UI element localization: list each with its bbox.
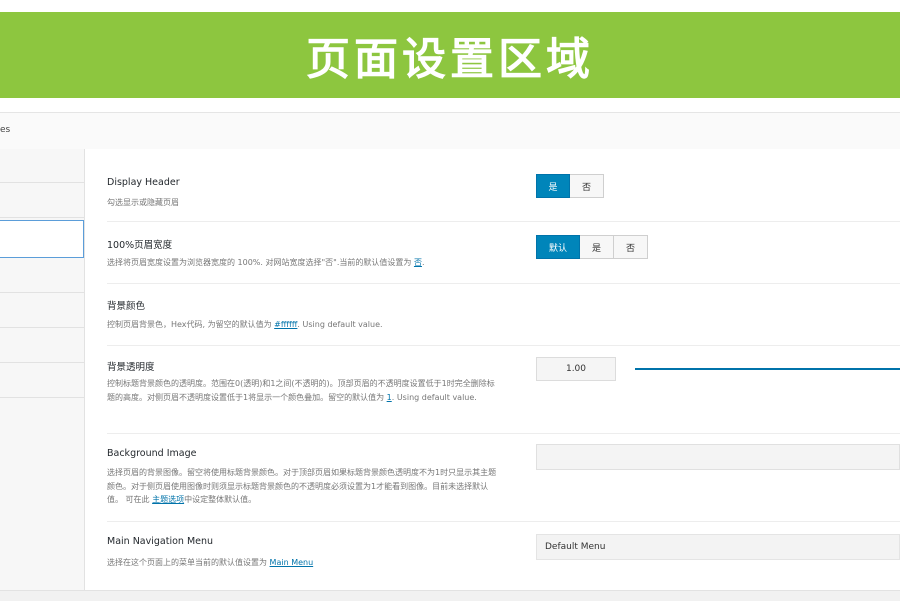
- header-width-buttonset: 默认 是 否: [536, 235, 648, 259]
- display-header-title: Display Header: [107, 177, 180, 188]
- bg-opacity-value-input[interactable]: 1.00: [536, 357, 616, 381]
- title-banner: 页面设置区域: [0, 12, 900, 98]
- sidebar-tab-6[interactable]: [0, 329, 84, 363]
- option-bg-color: 背景颜色 控制页眉背景色，Hex代码, 为留空的默认值为 #ffffff. Us…: [107, 283, 900, 346]
- option-main-nav: Main Navigation Menu 选择在这个页面上的菜单当前的默认值设置…: [107, 521, 900, 590]
- bg-color-title: 背景颜色: [107, 301, 146, 312]
- sidebar-tab-1[interactable]: [0, 149, 84, 183]
- header-width-no-button[interactable]: 否: [614, 235, 648, 259]
- main-nav-desc: 选择在这个页面上的菜单当前的默认值设置为 Main Menu: [107, 558, 314, 567]
- option-bg-image: Background Image 选择页眉的背景图像。留空将使用标题背景颜色。对…: [107, 433, 900, 522]
- bg-color-default-link[interactable]: #ffffff: [274, 320, 297, 329]
- bg-color-desc: 控制页眉背景色，Hex代码, 为留空的默认值为 #ffffff. Using d…: [107, 320, 383, 329]
- option-display-header: Display Header 勾选显示或隐藏页眉 是 否: [107, 149, 900, 222]
- panel-header: es: [0, 112, 900, 150]
- bg-image-theme-options-link[interactable]: 主题选项: [152, 495, 184, 504]
- options-content: Display Header 勾选显示或隐藏页眉 是 否 100%页眉宽度 选择…: [85, 149, 900, 590]
- header-width-desc: 选择将页眉宽度设置为浏览器宽度的 100%. 对网站宽度选择"否".当前的默认值…: [107, 258, 425, 267]
- display-header-buttonset: 是 否: [536, 174, 604, 198]
- bg-opacity-desc: 控制标题背景颜色的透明度。范围在0(透明)和1之间(不透明的)。顶部页眉的不透明…: [107, 379, 495, 402]
- sidebar-tab-4[interactable]: [0, 259, 84, 293]
- panel-bottom-edge: [0, 590, 900, 601]
- header-width-default-button[interactable]: 默认: [536, 235, 580, 259]
- option-header-width: 100%页眉宽度 选择将页眉宽度设置为浏览器宽度的 100%. 对网站宽度选择"…: [107, 221, 900, 284]
- bg-opacity-title: 背景透明度: [107, 362, 155, 373]
- bg-image-desc: 选择页眉的背景图像。留空将使用标题背景颜色。对于顶部页眉如果标题背景颜色透明度不…: [107, 468, 497, 504]
- header-width-default-link[interactable]: 否: [414, 258, 422, 267]
- header-width-yes-button[interactable]: 是: [580, 235, 614, 259]
- display-header-yes-button[interactable]: 是: [536, 174, 570, 198]
- sidebar-tab-7[interactable]: [0, 364, 84, 398]
- sidebar-tab-3-active[interactable]: [0, 220, 84, 258]
- bg-image-title: Background Image: [107, 448, 197, 459]
- sidebar-tab-2[interactable]: [0, 184, 84, 218]
- sidebar-tab-5[interactable]: [0, 294, 84, 328]
- options-sidebar: [0, 149, 85, 590]
- main-nav-title: Main Navigation Menu: [107, 536, 214, 547]
- bg-opacity-slider[interactable]: [635, 368, 900, 370]
- main-nav-default-link[interactable]: Main Menu: [270, 558, 314, 567]
- display-header-desc: 勾选显示或隐藏页眉: [107, 198, 179, 207]
- banner-title: 页面设置区域: [306, 34, 594, 85]
- main-nav-select[interactable]: Default Menu: [536, 534, 900, 560]
- display-header-no-button[interactable]: 否: [570, 174, 604, 198]
- option-bg-opacity: 背景透明度 控制标题背景颜色的透明度。范围在0(透明)和1之间(不透明的)。顶部…: [107, 345, 900, 434]
- panel-header-label: es: [0, 125, 11, 135]
- header-width-title: 100%页眉宽度: [107, 240, 173, 251]
- bg-image-url-field[interactable]: [536, 444, 900, 470]
